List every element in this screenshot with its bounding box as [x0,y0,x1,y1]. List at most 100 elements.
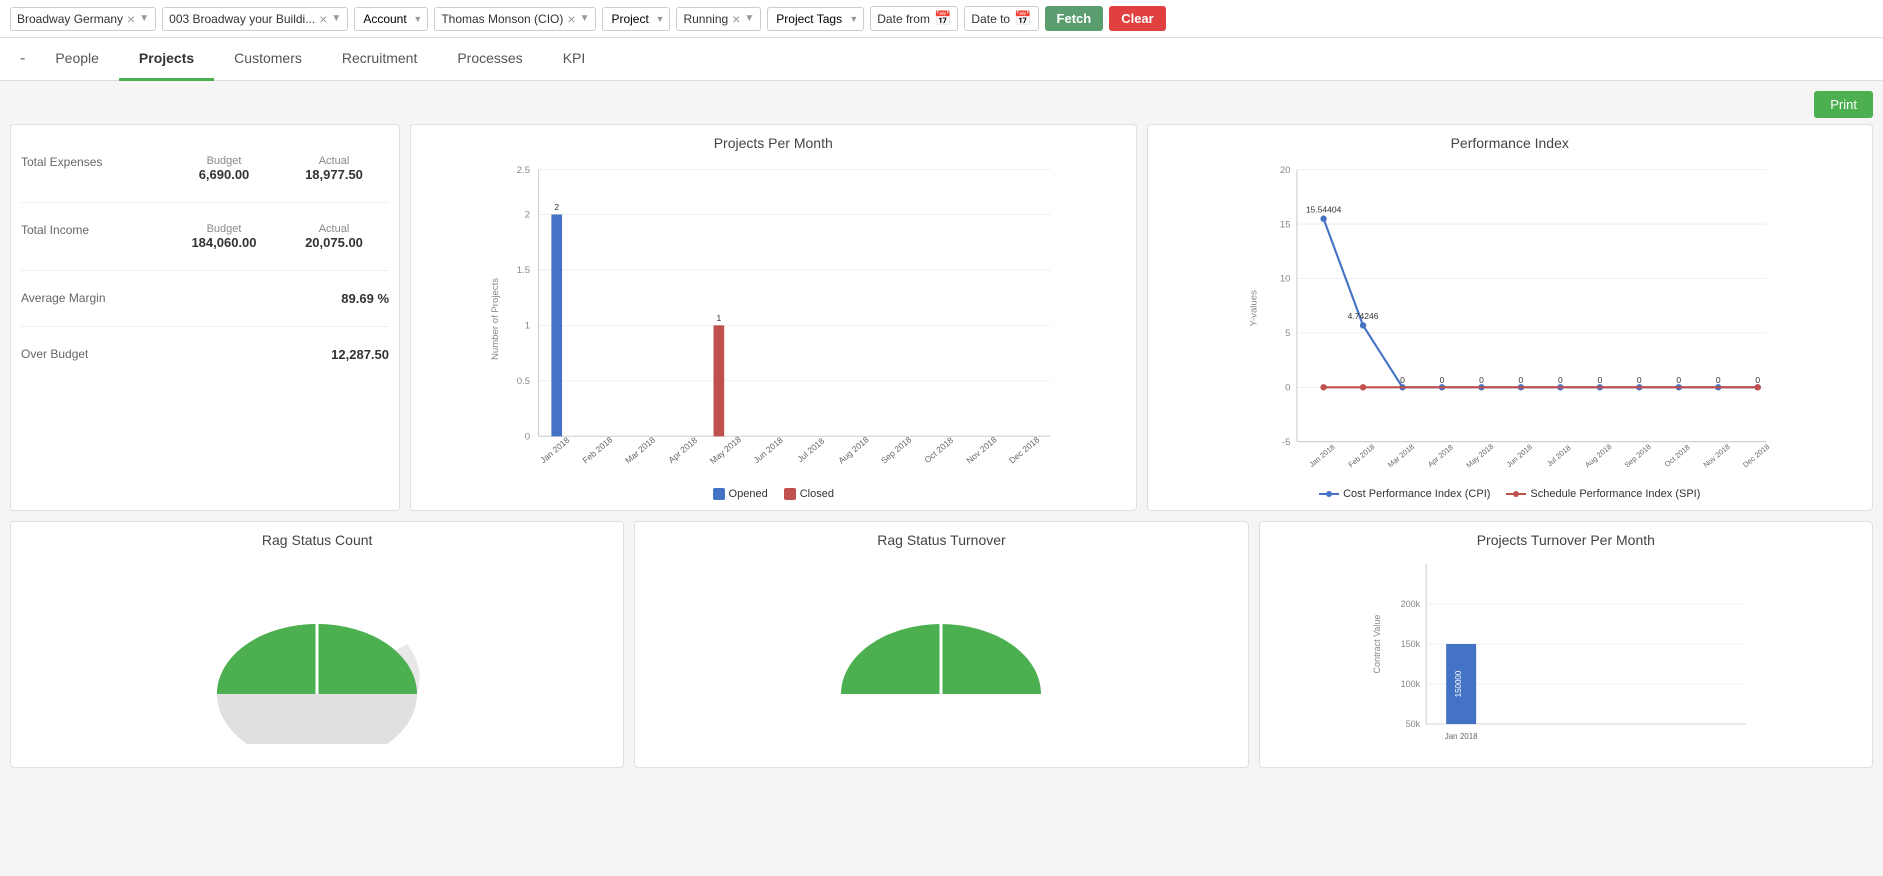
svg-text:Oct 2018: Oct 2018 [922,435,955,465]
legend-opened-label: Opened [729,488,768,500]
date-to-input[interactable]: Date to 📅 [964,6,1038,31]
svg-text:2.5: 2.5 [517,165,530,176]
nav-minus[interactable]: - [10,40,35,78]
svg-text:5: 5 [1285,328,1290,339]
svg-text:0: 0 [1439,375,1444,385]
filter-chip-thomas[interactable]: Thomas Monson (CIO) × ▼ [434,7,596,31]
projects-per-month-chart: 0 0.5 1 1.5 2 2.5 Number of Projects 2 1 [421,159,1126,479]
svg-text:Nov 2018: Nov 2018 [964,434,999,465]
fetch-button[interactable]: Fetch [1045,6,1104,31]
spi-point-feb [1359,384,1365,390]
calendar-from-icon[interactable]: 📅 [934,10,951,27]
tab-projects[interactable]: Projects [119,38,214,81]
filter-chip-thomas-arrow[interactable]: ▼ [580,13,590,24]
rag-status-count-chart [21,554,613,754]
svg-text:1.5: 1.5 [517,265,530,276]
stat-label-expenses: Total Expenses [21,155,169,169]
cpi-legend-icon [1319,488,1339,500]
stat-label-margin: Average Margin [21,291,341,305]
project-select-wrapper[interactable]: Project [602,7,670,31]
svg-text:Feb 2018: Feb 2018 [580,434,614,465]
stat-actual-value-expenses: 18,977.50 [279,167,389,182]
svg-text:Jul 2018: Jul 2018 [795,436,826,465]
legend-closed: Closed [784,488,834,500]
legend-closed-dot [784,488,796,500]
tab-kpi[interactable]: KPI [543,38,606,81]
svg-text:0: 0 [1558,375,1563,385]
filter-chip-broadway-remove[interactable]: × [127,11,135,27]
filter-chip-broadway-arrow[interactable]: ▼ [139,13,149,24]
performance-index-panel: Performance Index 20 15 10 5 [1147,124,1874,511]
svg-text:Contract Value: Contract Value [1372,615,1382,674]
svg-text:Nov 2018: Nov 2018 [1701,442,1731,469]
stat-value-margin: 89.69 % [341,291,389,306]
filter-chip-building-remove[interactable]: × [319,11,327,27]
legend-cpi: Cost Performance Index (CPI) [1319,488,1490,500]
svg-text:150000: 150000 [1454,670,1463,697]
bar-jan-opened [551,214,562,436]
tab-customers[interactable]: Customers [214,38,322,81]
stat-row-margin: Average Margin 89.69 % [21,271,389,327]
tab-people[interactable]: People [35,38,119,81]
filter-chip-building-arrow[interactable]: ▼ [331,13,341,24]
svg-text:Jul 2018: Jul 2018 [1545,443,1572,468]
calendar-to-icon[interactable]: 📅 [1014,10,1031,27]
stat-label-income: Total Income [21,223,169,237]
stat-budget-value-expenses: 6,690.00 [169,167,279,182]
tab-recruitment[interactable]: Recruitment [322,38,437,81]
filter-chip-running-remove[interactable]: × [732,11,740,27]
svg-text:Dec 2018: Dec 2018 [1007,434,1042,465]
svg-text:Jan 2018: Jan 2018 [538,435,571,465]
spi-legend-icon [1506,488,1526,500]
filter-chip-broadway-label: Broadway Germany [17,12,123,26]
svg-text:0: 0 [1597,375,1602,385]
filter-chip-running-arrow[interactable]: ▼ [744,13,754,24]
clear-button[interactable]: Clear [1109,6,1166,31]
svg-text:0: 0 [1518,375,1523,385]
filter-chip-running[interactable]: Running × ▼ [676,7,761,31]
svg-text:Sep 2018: Sep 2018 [879,434,914,465]
date-from-input[interactable]: Date from 📅 [870,6,958,31]
filter-chip-thomas-remove[interactable]: × [567,11,575,27]
svg-text:0.5: 0.5 [517,376,530,387]
project-tags-select[interactable]: Project Tags [767,7,864,31]
projects-per-month-panel: Projects Per Month 0 0.5 1 1.5 2 2.5 [410,124,1137,511]
stat-actual-expenses: Actual 18,977.50 [279,155,389,182]
svg-text:Mar 2018: Mar 2018 [1385,442,1415,469]
project-tags-select-wrapper[interactable]: Project Tags [767,7,864,31]
account-select-wrapper[interactable]: Account [354,7,428,31]
print-button[interactable]: Print [1814,91,1873,118]
svg-text:0: 0 [1400,375,1405,385]
rag-status-count-panel: Rag Status Count [10,521,624,768]
svg-text:Jun 2018: Jun 2018 [751,435,784,465]
stat-row-overbudget: Over Budget 12,287.50 [21,327,389,382]
stat-budget-value-income: 184,060.00 [169,235,279,250]
svg-text:Sep 2018: Sep 2018 [1622,442,1652,469]
tab-processes[interactable]: Processes [437,38,542,81]
top-row: Total Expenses Budget 6,690.00 Actual 18… [10,124,1873,511]
performance-index-chart: 20 15 10 5 0 -5 Y-values [1158,159,1863,479]
rag-count-pie-svg [197,564,437,744]
rag-status-count-title: Rag Status Count [21,532,613,548]
legend-opened-dot [713,488,725,500]
filter-chip-broadway[interactable]: Broadway Germany × ▼ [10,7,156,31]
project-select[interactable]: Project [602,7,670,31]
svg-text:0: 0 [1715,375,1720,385]
rag-turnover-pie-svg [821,564,1061,744]
legend-closed-label: Closed [800,488,834,500]
svg-text:May 2018: May 2018 [1464,442,1495,470]
svg-text:Dec 2018: Dec 2018 [1740,442,1770,469]
svg-text:0: 0 [1285,382,1290,393]
svg-text:Jan 2018: Jan 2018 [1444,732,1477,741]
rag-status-turnover-chart [645,554,1237,754]
svg-text:20: 20 [1279,165,1290,176]
account-select[interactable]: Account [354,7,428,31]
svg-text:May 2018: May 2018 [708,434,743,466]
filter-chip-building[interactable]: 003 Broadway your Buildi... × ▼ [162,7,348,31]
stat-actual-header-expenses: Actual [279,155,389,167]
legend-cpi-label: Cost Performance Index (CPI) [1343,488,1490,500]
svg-text:-5: -5 [1281,437,1290,448]
legend-opened: Opened [713,488,768,500]
stat-label-overbudget: Over Budget [21,347,331,361]
stat-actual-value-income: 20,075.00 [279,235,389,250]
